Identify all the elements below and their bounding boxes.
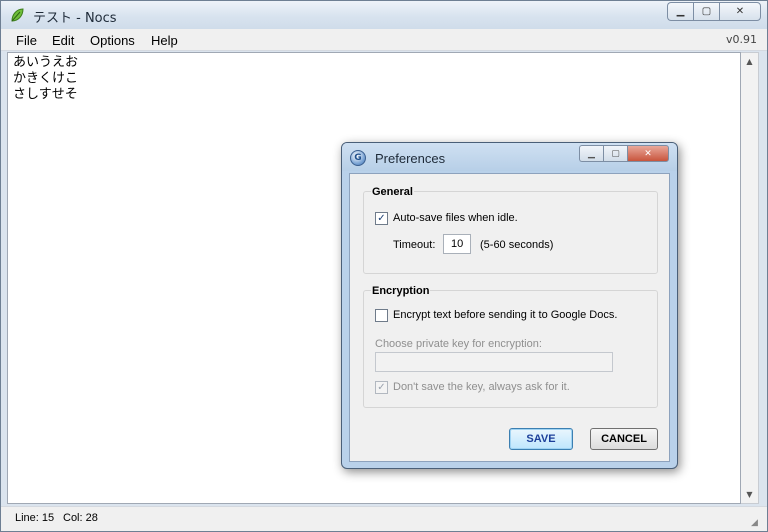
timeout-input[interactable]: 10 [443,234,471,254]
encrypt-checkbox[interactable] [375,309,388,322]
dont-save-key-label: Don't save the key, always ask for it. [393,381,570,393]
title-bar[interactable]: テスト - Nocs ▁ ▢ ✕ [1,1,767,29]
resize-grip-icon[interactable]: ◢ [751,517,763,529]
app-leaf-icon [11,8,24,22]
autosave-checkbox[interactable]: ✓ [375,212,388,225]
editor-line: あいうえお [13,55,79,70]
preferences-dialog: G Preferences ▁ ▢ ✕ General ✓ Auto-save … [341,142,678,469]
editor-line: かきくけこ [13,71,79,86]
vertical-scrollbar[interactable]: ▲ ▼ [741,52,759,504]
dialog-title: Preferences [375,151,446,166]
dialog-caption-buttons: ▁ ▢ ✕ [579,145,669,162]
encryption-heading: Encryption [371,285,431,297]
maximize-button[interactable]: ▢ [693,2,719,21]
timeout-label: Timeout: [393,239,436,251]
save-button[interactable]: SAVE [509,428,573,450]
caption-buttons: ▁ ▢ ✕ [667,2,761,21]
status-col: Col: 28 [63,512,98,524]
menu-file[interactable]: File [16,33,37,48]
menu-bar: File Edit Options Help v0.91 [1,29,767,51]
dialog-maximize-button[interactable]: ▢ [603,145,627,162]
timeout-hint: (5-60 seconds) [480,239,554,251]
status-line: Line: 15 [15,512,55,524]
google-g-icon: G [350,150,366,166]
editor-line: さしすせそ [13,87,78,102]
dont-save-key-checkbox[interactable]: ✓ [375,381,388,394]
scroll-down-icon[interactable]: ▼ [741,486,758,503]
general-group [363,191,658,274]
status-bar: Line: 15 Col: 28 ◢ [1,506,767,531]
dialog-body: General ✓ Auto-save files when idle. Tim… [349,173,670,462]
encrypt-label: Encrypt text before sending it to Google… [393,309,618,321]
scroll-up-icon[interactable]: ▲ [741,53,758,70]
menu-help[interactable]: Help [151,33,178,48]
private-key-field[interactable] [375,352,613,372]
version-label: v0.91 [725,33,757,46]
key-label: Choose private key for encryption: [375,338,542,350]
general-heading: General [371,186,414,198]
menu-options[interactable]: Options [90,33,135,48]
close-button[interactable]: ✕ [719,2,761,21]
dialog-close-button[interactable]: ✕ [627,145,669,162]
dialog-title-bar[interactable]: G Preferences ▁ ▢ ✕ [342,143,677,171]
minimize-button[interactable]: ▁ [667,2,693,21]
autosave-label: Auto-save files when idle. [393,212,518,224]
menu-edit[interactable]: Edit [52,33,74,48]
dialog-minimize-button[interactable]: ▁ [579,145,603,162]
window-title: テスト - Nocs [33,11,117,26]
cancel-button[interactable]: CANCEL [590,428,658,450]
